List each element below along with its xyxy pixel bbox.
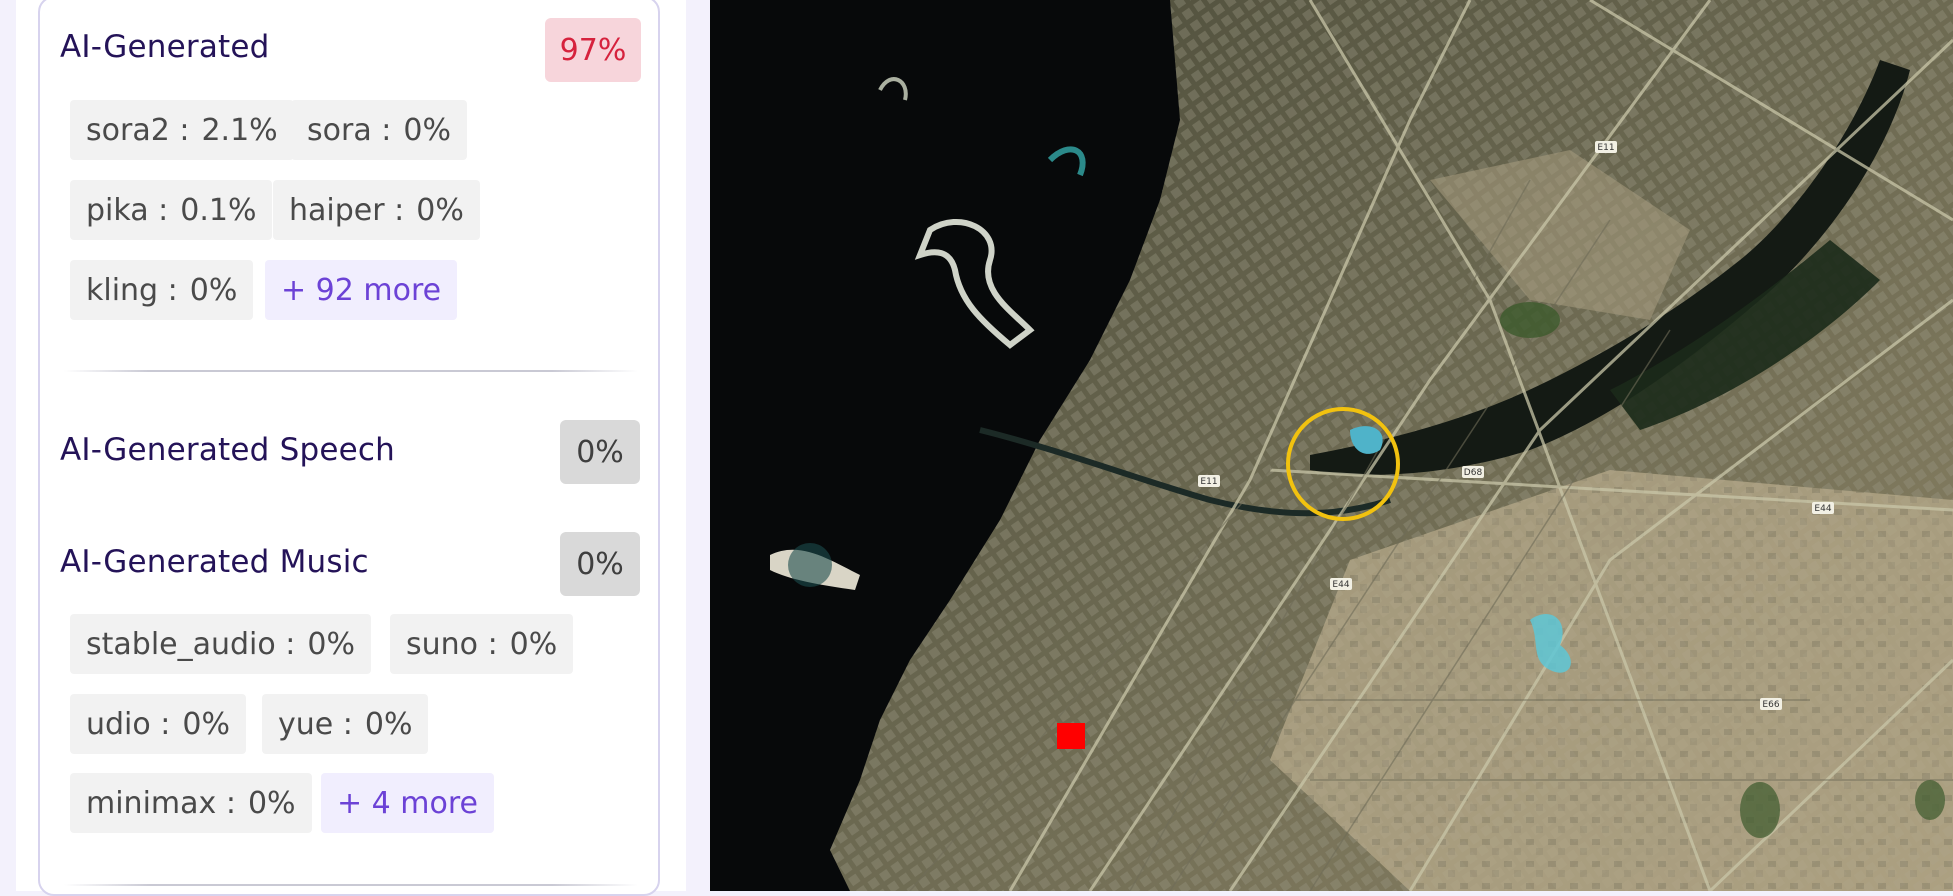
chip-value: 0%: [189, 272, 238, 308]
satellite-map[interactable]: E11 E11 D68 E44 E44 E66: [710, 0, 1953, 891]
chip-value: 0%: [182, 706, 230, 742]
road-label: E66: [1762, 700, 1779, 710]
model-chip-sora: sora : 0%: [291, 100, 467, 160]
model-chip-haiper: haiper : 0%: [273, 180, 480, 240]
show-more-music-models-button[interactable]: + 4 more: [321, 773, 495, 833]
model-chip-minimax: minimax : 0%: [70, 773, 312, 833]
model-chip-suno: suno : 0%: [390, 614, 574, 674]
road-label: D68: [1464, 468, 1483, 478]
ai-generated-title: AI-Generated: [60, 29, 270, 65]
ai-music-score-badge: 0%: [560, 532, 640, 596]
chip-label: sora: [307, 112, 372, 148]
chip-value: 0%: [307, 626, 355, 662]
chip-label: kling: [86, 272, 159, 308]
section-divider: [64, 370, 638, 372]
location-square-marker[interactable]: [1057, 723, 1085, 749]
ai-music-title: AI-Generated Music: [60, 544, 369, 580]
road-label: E44: [1332, 580, 1349, 590]
ai-generated-score-badge: 97%: [545, 18, 641, 82]
chip-value: 0%: [247, 785, 296, 821]
section-divider: [64, 884, 638, 886]
chip-label: minimax: [86, 785, 217, 821]
show-more-models-button[interactable]: + 92 more: [265, 260, 458, 320]
chip-label: sora2: [86, 112, 170, 148]
chip-value: 0.1%: [180, 192, 257, 228]
chip-label: udio: [86, 706, 151, 742]
chip-label: haiper: [289, 192, 385, 228]
chip-value: 0%: [416, 192, 464, 228]
ai-speech-title: AI-Generated Speech: [60, 432, 395, 468]
chip-label: suno: [406, 626, 479, 662]
chip-label: yue: [278, 706, 334, 742]
model-chip-udio: udio : 0%: [70, 694, 246, 754]
detection-panel: AI-Generated 97% sora2 : 2.1% sora : 0% …: [0, 0, 710, 896]
map-image: E11 E11 D68 E44 E44 E66: [710, 0, 1953, 891]
model-chip-pika: pika : 0.1%: [70, 180, 273, 240]
ai-speech-score-badge: 0%: [560, 420, 640, 484]
model-chip-sora2: sora2 : 2.1%: [70, 100, 294, 160]
model-chip-yue: yue : 0%: [262, 694, 429, 754]
model-chip-kling: kling : 0%: [70, 260, 254, 320]
chip-value: 0%: [364, 706, 413, 742]
chip-value: 2.1%: [201, 112, 278, 148]
chip-value: 0%: [509, 626, 558, 662]
chip-value: 0%: [403, 112, 451, 148]
chip-label: pika: [86, 192, 149, 228]
model-chip-stable-audio: stable_audio : 0%: [70, 614, 371, 674]
road-label: E44: [1814, 504, 1831, 514]
road-label: E11: [1200, 477, 1217, 487]
chip-label: stable_audio: [86, 626, 276, 662]
road-label: E11: [1597, 143, 1614, 153]
